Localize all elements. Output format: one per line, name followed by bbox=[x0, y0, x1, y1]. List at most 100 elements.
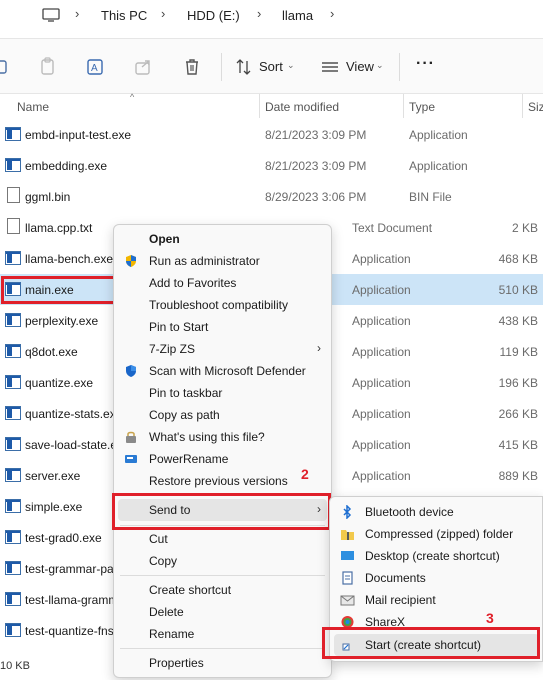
exe-file-icon bbox=[5, 313, 21, 327]
documents-icon bbox=[342, 571, 353, 585]
menu-item-pin-to-start[interactable]: Pin to Start bbox=[114, 316, 331, 338]
menu-item-label: Cut bbox=[149, 532, 168, 546]
menu-item-copy-as-path[interactable]: Copy as path bbox=[114, 404, 331, 426]
submenu-item-mail-recipient[interactable]: Mail recipient bbox=[330, 589, 542, 611]
menu-item-cut[interactable]: Cut bbox=[114, 528, 331, 550]
menu-item-pin-to-taskbar[interactable]: Pin to taskbar bbox=[114, 382, 331, 404]
menu-item-label: Add to Favorites bbox=[149, 276, 237, 290]
file-date: 8/21/2023 3:09 PM bbox=[265, 159, 367, 173]
submenu-item-label: Desktop (create shortcut) bbox=[365, 549, 500, 563]
file-type: Application bbox=[352, 345, 411, 359]
annotation-box-3 bbox=[322, 627, 540, 659]
copy-icon[interactable] bbox=[38, 57, 58, 77]
sort-label: Sort bbox=[259, 59, 283, 74]
file-icon bbox=[7, 187, 20, 203]
toolbar-separator bbox=[221, 53, 222, 81]
annotation-box-1 bbox=[1, 276, 122, 304]
column-size[interactable]: Siz bbox=[528, 100, 543, 114]
lock-icon bbox=[126, 431, 136, 443]
column-name[interactable]: Name bbox=[17, 100, 49, 114]
desktop-icon bbox=[341, 551, 354, 560]
context-menu: Open Run as administrator Add to Favorit… bbox=[113, 224, 332, 678]
menu-item-whats-using-this-file[interactable]: What's using this file? bbox=[114, 426, 331, 448]
menu-item-open[interactable]: Open bbox=[114, 228, 331, 250]
file-name: perplexity.exe bbox=[25, 314, 99, 328]
exe-file-icon bbox=[5, 158, 21, 172]
submenu-item-bluetooth[interactable]: Bluetooth device bbox=[330, 501, 542, 523]
annotation-label-2: 2 bbox=[301, 466, 309, 482]
annotation-label-3: 3 bbox=[486, 610, 494, 626]
menu-item-add-to-favorites[interactable]: Add to Favorites bbox=[114, 272, 331, 294]
sort-icon bbox=[236, 59, 251, 75]
menu-item-create-shortcut[interactable]: Create shortcut bbox=[114, 579, 331, 601]
file-type: BIN File bbox=[409, 190, 452, 204]
file-type: Application bbox=[352, 283, 411, 297]
file-size: 119 KB bbox=[499, 345, 538, 359]
exe-file-icon bbox=[5, 561, 21, 575]
file-row[interactable]: embd-input-test.exe 8/21/2023 3:09 PM Ap… bbox=[0, 119, 543, 150]
paste-icon[interactable] bbox=[0, 57, 14, 77]
menu-item-powerrename[interactable]: PowerRename bbox=[114, 448, 331, 470]
file-name: llama-bench.exe bbox=[25, 252, 114, 266]
menu-item-scan-defender[interactable]: Scan with Microsoft Defender bbox=[114, 360, 331, 382]
menu-item-label: 7-Zip ZS bbox=[149, 342, 196, 356]
file-date: 8/21/2023 3:09 PM bbox=[265, 128, 367, 142]
chevron-right-icon: › bbox=[317, 341, 321, 355]
zip-folder-icon bbox=[341, 530, 354, 540]
breadcrumb-chevron-icon[interactable]: › bbox=[161, 6, 165, 21]
submenu-item-label: Compressed (zipped) folder bbox=[365, 527, 514, 541]
more-options-button[interactable]: ··· bbox=[416, 55, 435, 73]
menu-item-restore-previous-versions[interactable]: Restore previous versions bbox=[114, 470, 331, 492]
mail-icon bbox=[340, 595, 355, 606]
file-name: server.exe bbox=[25, 469, 81, 483]
file-name: ggml.bin bbox=[25, 190, 71, 204]
submenu-item-compressed-folder[interactable]: Compressed (zipped) folder bbox=[330, 523, 542, 545]
menu-item-label: Rename bbox=[149, 627, 195, 641]
annotation-box-2 bbox=[112, 493, 331, 530]
exe-file-icon bbox=[5, 437, 21, 451]
file-size: 468 KB bbox=[498, 252, 538, 266]
breadcrumb-chevron-icon[interactable]: › bbox=[75, 6, 79, 21]
file-name: simple.exe bbox=[25, 500, 83, 514]
menu-item-7zip[interactable]: 7-Zip ZS › bbox=[114, 338, 331, 360]
exe-file-icon bbox=[5, 468, 21, 482]
menu-item-copy[interactable]: Copy bbox=[114, 550, 331, 572]
exe-file-icon bbox=[5, 375, 21, 389]
column-type[interactable]: Type bbox=[409, 100, 435, 114]
menu-item-label: Scan with Microsoft Defender bbox=[149, 364, 306, 378]
exe-file-icon bbox=[5, 530, 21, 544]
breadcrumb-chevron-icon[interactable]: › bbox=[330, 6, 334, 21]
breadcrumb-hdd-e[interactable]: HDD (E:) bbox=[187, 8, 240, 23]
menu-item-troubleshoot-compatibility[interactable]: Troubleshoot compatibility bbox=[114, 294, 331, 316]
submenu-item-desktop[interactable]: Desktop (create shortcut) bbox=[330, 545, 542, 567]
file-type: Application bbox=[409, 159, 468, 173]
file-name: embd-input-test.exe bbox=[25, 128, 132, 142]
menu-item-run-as-administrator[interactable]: Run as administrator bbox=[114, 250, 331, 272]
submenu-item-documents[interactable]: Documents bbox=[330, 567, 542, 589]
menu-item-properties[interactable]: Properties bbox=[114, 652, 331, 674]
menu-item-delete[interactable]: Delete bbox=[114, 601, 331, 623]
file-name: llama.cpp.txt bbox=[25, 221, 93, 235]
file-type: Application bbox=[352, 438, 411, 452]
column-divider[interactable] bbox=[522, 94, 523, 118]
column-divider[interactable] bbox=[403, 94, 404, 118]
uac-shield-icon bbox=[126, 255, 136, 267]
file-row[interactable]: ggml.bin 8/29/2023 3:06 PM BIN File bbox=[0, 181, 543, 212]
breadcrumb-this-pc[interactable]: This PC bbox=[101, 8, 147, 23]
column-date-modified[interactable]: Date modified bbox=[265, 100, 339, 114]
delete-icon[interactable] bbox=[182, 57, 202, 77]
share-icon[interactable] bbox=[134, 57, 154, 77]
column-divider[interactable] bbox=[259, 94, 260, 118]
submenu-item-label: Bluetooth device bbox=[365, 505, 454, 519]
menu-item-label: Pin to taskbar bbox=[149, 386, 223, 400]
this-pc-icon[interactable] bbox=[42, 8, 60, 22]
breadcrumb-chevron-icon[interactable]: › bbox=[257, 6, 261, 21]
breadcrumb-llama[interactable]: llama bbox=[282, 8, 313, 23]
address-bar[interactable]: › This PC › HDD (E:) › llama › bbox=[0, 0, 543, 36]
rename-icon[interactable]: A bbox=[86, 57, 106, 77]
menu-item-rename[interactable]: Rename bbox=[114, 623, 331, 645]
file-type: Application bbox=[352, 314, 411, 328]
bluetooth-icon bbox=[343, 505, 352, 519]
defender-shield-icon bbox=[126, 365, 136, 377]
file-row[interactable]: embedding.exe 8/21/2023 3:09 PM Applicat… bbox=[0, 150, 543, 181]
